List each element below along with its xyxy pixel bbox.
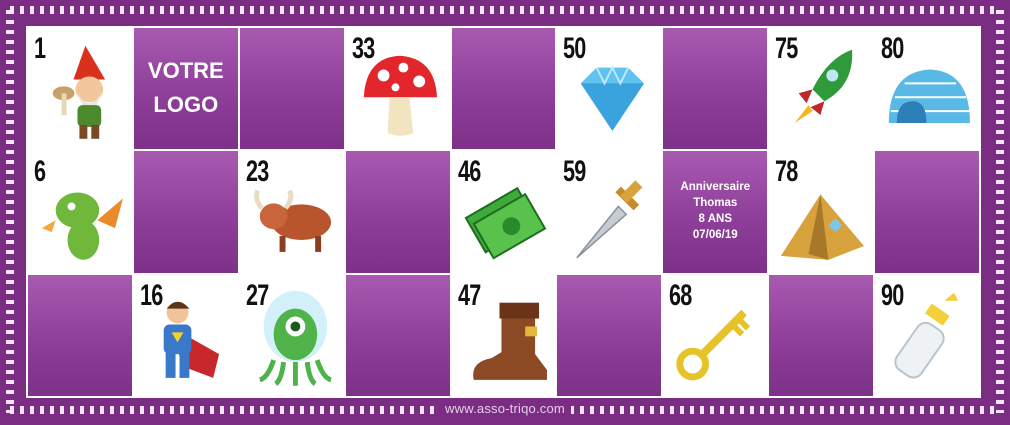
empty-cell (557, 274, 662, 396)
card-cell-47: 47 (451, 274, 556, 396)
card-cell-80: 80 (875, 28, 979, 150)
cell-number: 47 (457, 278, 481, 312)
empty-cell (345, 151, 450, 273)
cell-number: 27 (245, 278, 269, 312)
logo-line-1: VOTRE (147, 58, 224, 83)
empty-cell (28, 274, 132, 396)
cell-number: 6 (34, 155, 46, 189)
event-date: 07/06/19 (692, 229, 738, 242)
empty-cell (875, 151, 979, 273)
event-cell: Anniversaire Thomas 8 ANS 07/06/19 (663, 151, 768, 273)
logo-line-2: LOGO (153, 92, 219, 117)
card-cell-6: 6 (28, 151, 132, 273)
cell-number: 16 (139, 278, 163, 312)
event-title: Anniversaire (680, 181, 751, 194)
empty-cell (769, 274, 874, 396)
card-cell-1: 1 (28, 28, 132, 150)
cell-number: 78 (775, 155, 798, 189)
card-cell-68: 68 (663, 274, 768, 396)
cell-number: 80 (881, 32, 904, 65)
event-info: Anniversaire Thomas 8 ANS 07/06/19 (663, 179, 767, 243)
event-age: 8 ANS (698, 213, 732, 226)
empty-cell (451, 28, 556, 150)
cell-number: 90 (881, 278, 904, 312)
cell-number: 75 (775, 32, 798, 65)
footer-url: www.asso-triqo.com (0, 401, 1010, 419)
card-cell-33: 33 (345, 28, 450, 150)
card-cell-46: 46 (451, 151, 556, 273)
cell-number: 23 (245, 155, 269, 189)
card-cell-59: 59 (557, 151, 662, 273)
empty-cell (133, 151, 238, 273)
empty-cell (239, 28, 344, 150)
cell-number: 1 (34, 32, 46, 65)
empty-cell (345, 274, 450, 396)
cell-number: 59 (563, 155, 587, 189)
footer-url-text: www.asso-triqo.com (439, 401, 571, 416)
card-cell-27: 27 (239, 274, 344, 396)
cell-number: 46 (457, 155, 481, 189)
event-name: Thomas (693, 197, 738, 210)
card-cell-50: 50 (557, 28, 662, 150)
cell-number: 68 (669, 278, 692, 312)
logo-cell: VOTRE LOGO (133, 28, 238, 150)
bingo-grid: 1 VOTRE LOGO 33 50 75 80 6 23 46 59 Anniversaire Tho… (26, 26, 981, 398)
frame-dashes-left (6, 10, 14, 413)
cell-number: 33 (351, 32, 375, 65)
card-cell-75: 75 (769, 28, 874, 150)
card-cell-78: 78 (769, 151, 874, 273)
card-cell-16: 16 (133, 274, 238, 396)
cell-number: 50 (563, 32, 587, 65)
frame-dashes-top (10, 6, 1000, 14)
card-cell-23: 23 (239, 151, 344, 273)
empty-cell (663, 28, 768, 150)
frame-dashes-right (996, 10, 1004, 413)
card-cell-90: 90 (875, 274, 979, 396)
logo-placeholder: VOTRE LOGO (134, 54, 238, 122)
